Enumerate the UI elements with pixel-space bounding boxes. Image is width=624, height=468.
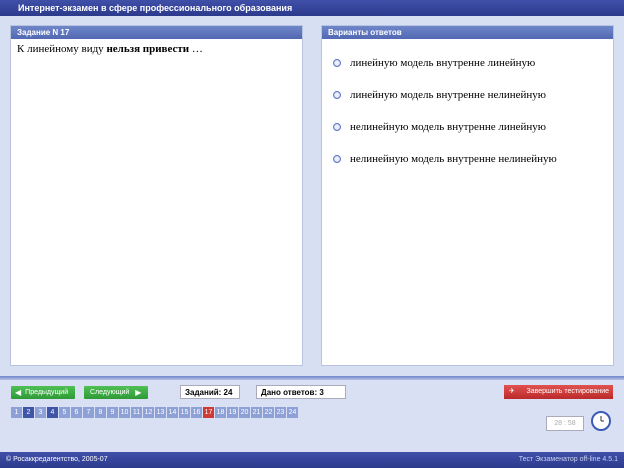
- clock-icon: [591, 411, 611, 431]
- question-panel: Задание N 17 К линейному виду нельзя при…: [11, 26, 302, 365]
- task-number-button[interactable]: 7: [83, 407, 94, 418]
- task-number-grid: 1 2 3 4 5 6 7 8 9 10 11 12 13 14 15 16 17 18 19 20 21 22 23 24: [11, 407, 299, 418]
- task-number-button[interactable]: 22: [263, 407, 274, 418]
- question-text: К линейному виду нельзя привести …: [17, 43, 203, 55]
- task-number-button[interactable]: 6: [71, 407, 82, 418]
- previous-button[interactable]: ◀ Предыдущий: [11, 386, 75, 399]
- task-number-button[interactable]: 10: [119, 407, 130, 418]
- task-number-button[interactable]: 23: [275, 407, 286, 418]
- task-number-button[interactable]: 4: [47, 407, 58, 418]
- arrow-right-icon: ▶: [135, 388, 142, 397]
- question-panel-header: Задание N 17: [11, 26, 302, 39]
- timer-display: 28 : 58: [546, 416, 584, 431]
- finish-test-button[interactable]: ✈ Завершить тестирование: [504, 385, 613, 399]
- task-number-button[interactable]: 15: [179, 407, 190, 418]
- runner-icon: ✈: [509, 388, 515, 395]
- radio-button-icon[interactable]: [333, 59, 341, 67]
- task-number-button[interactable]: 8: [95, 407, 106, 418]
- task-number-button[interactable]: 14: [167, 407, 178, 418]
- radio-button-icon[interactable]: [333, 123, 341, 131]
- arrow-left-icon: ◀: [15, 388, 22, 397]
- answer-option-label: линейную модель внутренне нелинейную: [350, 89, 546, 101]
- tasks-count: Заданий: 24: [180, 385, 240, 399]
- task-number-button[interactable]: 1: [11, 407, 22, 418]
- task-number-button[interactable]: 20: [239, 407, 250, 418]
- task-number-button[interactable]: 9: [107, 407, 118, 418]
- task-number-button[interactable]: 19: [227, 407, 238, 418]
- task-number-button[interactable]: 5: [59, 407, 70, 418]
- task-number-button[interactable]: 3: [35, 407, 46, 418]
- answer-option-label: линейную модель внутренне линейную: [350, 57, 536, 69]
- next-button[interactable]: Следующий ▶: [84, 386, 148, 399]
- task-number-button[interactable]: 11: [131, 407, 142, 418]
- previous-button-label: Предыдущий: [25, 389, 69, 396]
- task-number-button[interactable]: 16: [191, 407, 202, 418]
- version-text: Тест Экзаменатор off-line 4.5.1: [518, 456, 618, 463]
- answers-panel: Варианты ответов линейную модель внутрен…: [322, 26, 613, 365]
- task-number-button[interactable]: 17: [203, 407, 214, 418]
- answer-option-1[interactable]: линейную модель внутренне линейную: [333, 56, 535, 70]
- task-number-button[interactable]: 13: [155, 407, 166, 418]
- answer-option-4[interactable]: нелинейную модель внутренне нелинейную: [333, 152, 557, 166]
- task-number-button[interactable]: 24: [287, 407, 298, 418]
- task-number-button[interactable]: 2: [23, 407, 34, 418]
- finish-test-label: Завершить тестирование: [526, 388, 610, 395]
- answers-given-count: Дано ответов: 3: [256, 385, 346, 399]
- radio-button-icon[interactable]: [333, 91, 341, 99]
- answers-panel-header: Варианты ответов: [322, 26, 613, 39]
- task-number-button[interactable]: 12: [143, 407, 154, 418]
- answer-option-label: нелинейную модель внутренне линейную: [350, 121, 546, 133]
- task-number-button[interactable]: 21: [251, 407, 262, 418]
- divider: [0, 376, 624, 380]
- copyright-text: © Росаккредагентство, 2005-07: [6, 456, 108, 463]
- app-title-bar: Интернет-экзамен в сфере профессионально…: [0, 0, 624, 16]
- app-title: Интернет-экзамен в сфере профессионально…: [18, 3, 293, 13]
- answer-option-2[interactable]: линейную модель внутренне нелинейную: [333, 88, 546, 102]
- status-bar: © Росаккредагентство, 2005-07 Тест Экзам…: [0, 452, 624, 468]
- task-number-button[interactable]: 18: [215, 407, 226, 418]
- answer-option-3[interactable]: нелинейную модель внутренне линейную: [333, 120, 546, 134]
- next-button-label: Следующий: [90, 389, 130, 396]
- radio-button-icon[interactable]: [333, 155, 341, 163]
- answer-option-label: нелинейную модель внутренне нелинейную: [350, 153, 557, 165]
